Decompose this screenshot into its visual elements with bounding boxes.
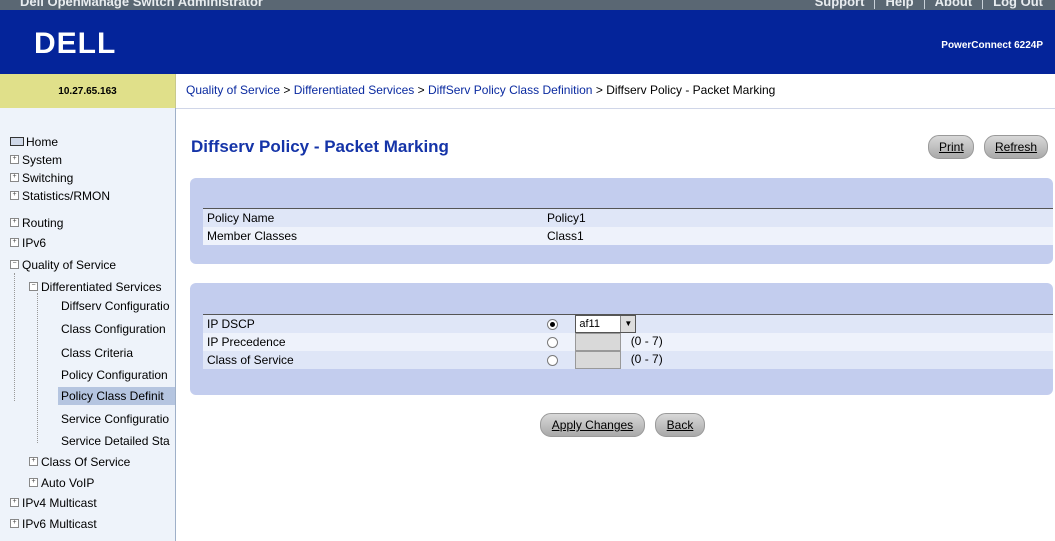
sidebar-item-diffserv-config[interactable]: Diffserv Configuratio (61, 297, 170, 315)
sidebar-item-auto-voip[interactable]: + Auto VoIP (29, 474, 94, 492)
support-link[interactable]: Support (805, 0, 875, 9)
marking-panel: IP DSCP af11 ▼ IP Precedence (0 - 7) Clas… (190, 283, 1053, 395)
expand-icon[interactable]: + (10, 191, 19, 201)
ip-precedence-input[interactable] (575, 333, 622, 351)
sidebar-item-ipv4-multicast[interactable]: + IPv4 Multicast (10, 494, 97, 512)
sidebar-item-diffserv[interactable]: − Differentiated Services (29, 278, 162, 296)
expand-icon[interactable]: + (29, 457, 38, 467)
sidebar-item-service-stats[interactable]: Service Detailed Sta (61, 432, 170, 450)
ip-address-box: 10.27.65.163 (0, 74, 176, 108)
logout-link[interactable]: Log Out (982, 0, 1053, 9)
collapse-icon[interactable]: − (10, 260, 19, 270)
ip-dscp-select[interactable]: af11 ▼ (575, 315, 637, 333)
class-of-service-input[interactable] (575, 351, 622, 369)
class-of-service-range: (0 - 7) (630, 352, 663, 367)
top-links: Support Help About Log Out (805, 0, 1053, 9)
table-row: Member Classes Class1 (203, 227, 1053, 245)
expand-icon[interactable]: + (10, 173, 19, 183)
dell-logo: DELL (34, 27, 116, 60)
breadcrumb-current: Diffserv Policy - Packet Marking (606, 83, 776, 97)
ip-address: 10.27.65.163 (58, 86, 117, 97)
home-icon (10, 137, 24, 147)
breadcrumb-separator: > (417, 83, 425, 97)
member-classes-value: Class1 (547, 229, 584, 243)
sidebar-item-statistics[interactable]: + Statistics/RMON (10, 187, 110, 205)
sidebar-item-home[interactable]: Home (10, 133, 58, 151)
table-row: Policy Name Policy1 (203, 208, 1053, 227)
class-of-service-label: Class of Service (207, 353, 294, 367)
sidebar-item-policy-config[interactable]: Policy Configuration (61, 366, 168, 384)
main-content: Diffserv Policy - Packet Marking Print R… (176, 108, 1055, 541)
tree-guide (14, 273, 15, 401)
sidebar-item-service-config[interactable]: Service Configuratio (61, 410, 169, 428)
table-row: IP DSCP af11 ▼ (203, 314, 1053, 333)
breadcrumb: Quality of Service > Differentiated Serv… (176, 74, 1055, 109)
policy-info-panel: Policy Name Policy1 Member Classes Class… (190, 178, 1053, 264)
marking-table: IP DSCP af11 ▼ IP Precedence (0 - 7) Clas… (203, 314, 1053, 369)
expand-icon[interactable]: + (29, 478, 38, 488)
ip-precedence-range: (0 - 7) (630, 334, 663, 349)
breadcrumb-quality-of-service[interactable]: Quality of Service (186, 83, 280, 97)
back-button[interactable]: Back (655, 413, 705, 437)
policy-info-table: Policy Name Policy1 Member Classes Class… (203, 208, 1053, 245)
sidebar: Home + System + Switching + Statistics/RMON… (0, 108, 176, 541)
sidebar-item-class-criteria[interactable]: Class Criteria (61, 344, 133, 362)
sidebar-item-policy-class-definition[interactable]: Policy Class Definit (58, 387, 175, 405)
expand-icon[interactable]: + (10, 238, 19, 248)
expand-icon[interactable]: + (10, 218, 19, 228)
breadcrumb-policy-class-definition[interactable]: DiffServ Policy Class Definition (428, 83, 593, 97)
ip-dscp-label: IP DSCP (207, 317, 255, 331)
apply-changes-button[interactable]: Apply Changes (540, 413, 645, 437)
about-link[interactable]: About (923, 0, 983, 9)
member-classes-label: Member Classes (207, 229, 298, 243)
help-link[interactable]: Help (874, 0, 923, 9)
ip-dscp-radio[interactable] (547, 318, 558, 330)
sidebar-item-system[interactable]: + System (10, 151, 62, 169)
app-title: Dell OpenManage Switch Administrator (20, 0, 263, 9)
table-row: IP Precedence (0 - 7) (203, 333, 1053, 351)
model-name: PowerConnect 6224P (941, 40, 1043, 51)
chevron-down-icon[interactable]: ▼ (620, 316, 636, 332)
sidebar-item-class-of-service[interactable]: + Class Of Service (29, 453, 130, 471)
print-button[interactable]: Print (928, 135, 974, 159)
ip-precedence-label: IP Precedence (207, 335, 286, 349)
collapse-icon[interactable]: − (29, 282, 38, 292)
tree-guide (37, 293, 38, 443)
sidebar-item-switching[interactable]: + Switching (10, 169, 73, 187)
page-title: Diffserv Policy - Packet Marking (191, 137, 449, 156)
sidebar-item-ipv6-multicast[interactable]: + IPv6 Multicast (10, 515, 97, 533)
ip-precedence-radio[interactable] (547, 336, 558, 348)
sidebar-item-class-config[interactable]: Class Configuration (61, 320, 166, 338)
expand-icon[interactable]: + (10, 155, 19, 165)
sidebar-item-ipv6[interactable]: + IPv6 (10, 234, 46, 252)
breadcrumb-separator: > (595, 83, 603, 97)
sidebar-item-routing[interactable]: + Routing (10, 214, 63, 232)
expand-icon[interactable]: + (10, 498, 19, 508)
refresh-button[interactable]: Refresh (984, 135, 1048, 159)
breadcrumb-separator: > (283, 83, 291, 97)
policy-name-value: Policy1 (547, 211, 586, 225)
expand-icon[interactable]: + (10, 519, 19, 529)
policy-name-label: Policy Name (207, 211, 275, 225)
sidebar-item-qos[interactable]: − Quality of Service (10, 256, 116, 274)
dell-logo-text: DELL (34, 27, 116, 60)
header-banner: DELL PowerConnect 6224P (0, 10, 1055, 74)
table-row: Class of Service (0 - 7) (203, 351, 1053, 369)
breadcrumb-differentiated-services[interactable]: Differentiated Services (294, 83, 415, 97)
top-bar: Dell OpenManage Switch Administrator Sup… (0, 0, 1055, 10)
class-of-service-radio[interactable] (547, 354, 558, 366)
